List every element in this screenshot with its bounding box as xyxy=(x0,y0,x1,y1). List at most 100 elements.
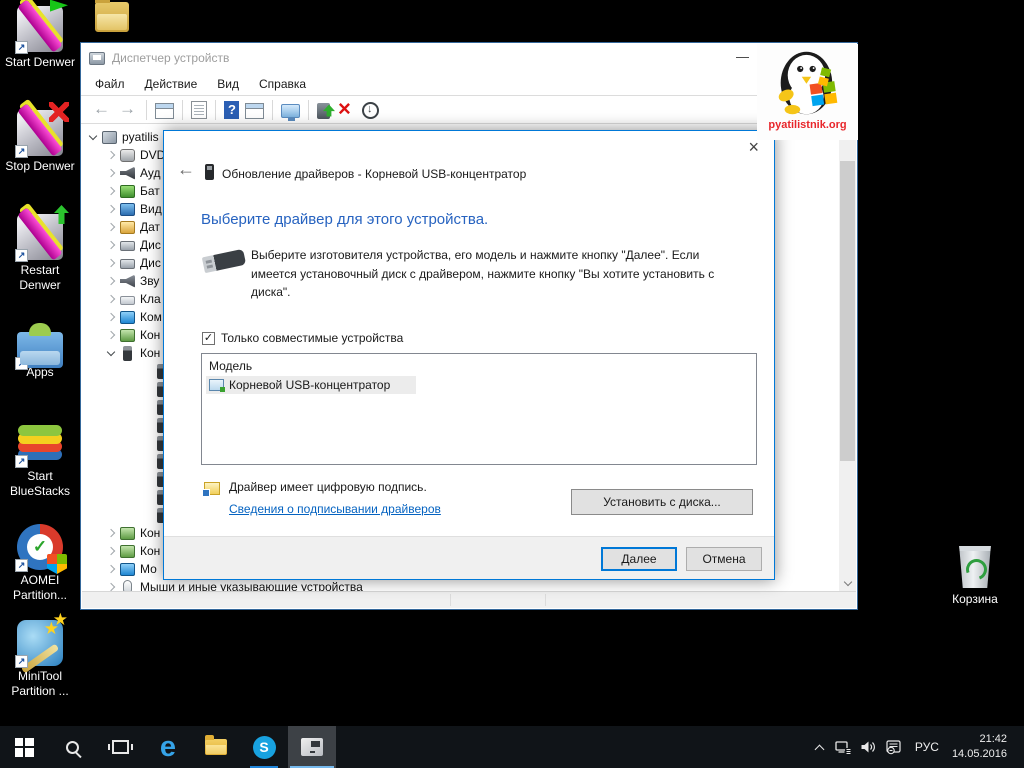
task-view-button[interactable] xyxy=(96,726,144,768)
scrollbar-thumb[interactable] xyxy=(840,161,855,461)
next-button[interactable]: Далее xyxy=(601,547,677,571)
forward-icon[interactable] xyxy=(118,99,138,120)
tree-expander-icon[interactable] xyxy=(106,294,117,305)
desktop-icon-start-bluestacks[interactable]: Start BlueStacks xyxy=(2,420,78,499)
watermark-text: pyatilistnik.org xyxy=(768,119,847,131)
tree-expander-icon[interactable] xyxy=(140,438,151,449)
dialog-footer: Далее Отмена xyxy=(164,536,774,579)
tree-expander-icon[interactable] xyxy=(106,564,117,575)
tray-expand-chevron-icon[interactable] xyxy=(809,742,831,754)
device-category-icon xyxy=(120,544,135,558)
back-arrow-icon[interactable]: ← xyxy=(177,159,195,180)
tree-expander-icon[interactable] xyxy=(106,204,117,215)
tree-expander-icon[interactable] xyxy=(106,222,117,233)
system-tray: РУС 21:42 14.05.2016 xyxy=(809,726,1024,768)
vertical-scrollbar[interactable] xyxy=(839,125,856,591)
device-category-icon xyxy=(123,345,132,361)
checkbox-checked-icon[interactable]: ✓ xyxy=(202,331,215,345)
computer-screen-icon[interactable] xyxy=(281,103,300,121)
language-indicator[interactable]: РУС xyxy=(906,740,948,754)
tree-expander-icon[interactable] xyxy=(106,168,117,179)
compatible-devices-checkbox[interactable]: ✓ Только совместимые устройства xyxy=(202,331,403,345)
desktop-icon-aomei-partition[interactable]: AOMEI Partition... xyxy=(2,524,78,603)
tree-expander-icon[interactable] xyxy=(140,474,151,485)
desktop-icon-stop-denwer[interactable]: Stop Denwer xyxy=(2,102,78,174)
tree-expander-icon[interactable] xyxy=(140,384,151,395)
title-bar[interactable]: Диспетчер устройств — xyxy=(81,43,857,73)
search-button[interactable] xyxy=(48,726,96,768)
volume-icon[interactable] xyxy=(856,740,881,754)
show-console-tree-icon[interactable] xyxy=(155,102,174,119)
tree-expander-icon[interactable] xyxy=(140,402,151,413)
digital-signature-icon xyxy=(202,482,220,497)
desktop-icon-restart-denwer[interactable]: Restart Denwer xyxy=(2,214,78,293)
desktop-icon-minitool-partition[interactable]: MiniTool Partition ... xyxy=(2,610,78,699)
have-disk-button[interactable]: Установить с диска... xyxy=(571,489,753,515)
desktop-icon-start-denwer[interactable]: Start Denwer xyxy=(2,6,78,70)
list-item-usb-root-hub[interactable]: Корневой USB-концентратор xyxy=(206,376,417,394)
tree-expander-icon[interactable] xyxy=(140,492,151,503)
clock[interactable]: 21:42 14.05.2016 xyxy=(948,732,1017,762)
device-manager-taskbar-button[interactable] xyxy=(288,726,336,768)
toolbar xyxy=(81,96,857,124)
desktop-icon-label: Restart Denwer xyxy=(19,263,61,292)
tree-expander-icon[interactable] xyxy=(140,510,151,521)
folder-icon xyxy=(205,735,227,755)
tree-expander-icon[interactable] xyxy=(106,150,117,161)
help-icon[interactable] xyxy=(224,100,239,119)
app-icon xyxy=(15,323,63,370)
tree-expander-icon[interactable] xyxy=(140,456,151,467)
tree-expander-icon[interactable] xyxy=(106,330,117,341)
device-category-icon xyxy=(102,130,117,144)
tree-expander-icon[interactable] xyxy=(106,348,117,359)
disable-device-icon[interactable] xyxy=(362,101,379,119)
desktop-icon-apps[interactable]: Apps xyxy=(2,323,78,380)
menu-item[interactable]: Действие xyxy=(135,74,208,94)
device-category-icon xyxy=(120,202,135,216)
tree-expander-icon[interactable] xyxy=(106,528,117,539)
properties-icon[interactable] xyxy=(191,101,207,119)
menu-item[interactable]: Вид xyxy=(207,74,249,94)
desktop-icon-recycle-bin[interactable]: Корзина xyxy=(938,546,1012,606)
app-icon xyxy=(15,6,63,54)
tree-expander-icon[interactable] xyxy=(140,366,151,377)
network-icon[interactable] xyxy=(831,740,856,755)
back-icon[interactable] xyxy=(92,99,112,120)
skype-button[interactable] xyxy=(240,726,288,768)
shortcut-arrow-icon xyxy=(15,249,28,262)
minimize-button[interactable]: — xyxy=(728,47,757,66)
task-view-icon xyxy=(107,740,133,754)
scroll-down-icon[interactable] xyxy=(839,575,856,591)
device-category-icon xyxy=(123,580,132,591)
tree-expander-icon[interactable] xyxy=(106,258,117,269)
tree-expander-icon[interactable] xyxy=(106,582,117,592)
tray-app-icon[interactable] xyxy=(881,739,906,755)
status-bar xyxy=(82,591,856,608)
checkbox-label: Только совместимые устройства xyxy=(221,331,404,345)
device-category-icon xyxy=(120,328,135,342)
uninstall-device-icon[interactable] xyxy=(336,96,356,122)
device-category-icon xyxy=(120,241,135,251)
file-explorer-button[interactable] xyxy=(192,726,240,768)
tree-expander-icon[interactable] xyxy=(106,312,117,323)
cancel-button[interactable]: Отмена xyxy=(686,547,762,571)
window-icon[interactable] xyxy=(245,102,264,119)
update-driver-dialog: × ← Обновление драйверов - Корневой USB-… xyxy=(163,130,775,580)
update-driver-icon[interactable] xyxy=(317,102,330,119)
device-manager-icon xyxy=(301,738,323,756)
tree-expander-icon[interactable] xyxy=(140,420,151,431)
driver-signing-link[interactable]: Сведения о подписывании драйверов xyxy=(229,502,441,516)
tree-expander-icon[interactable] xyxy=(106,276,117,287)
date: 14.05.2016 xyxy=(951,748,1007,760)
time: 21:42 xyxy=(979,733,1007,746)
menu-item[interactable]: Файл xyxy=(85,74,135,94)
tree-expander-icon[interactable] xyxy=(88,132,99,143)
start-button[interactable] xyxy=(0,726,48,768)
desktop-icon-folder[interactable] xyxy=(95,0,129,32)
tree-expander-icon[interactable] xyxy=(106,546,117,557)
edge-button[interactable] xyxy=(144,726,192,768)
tree-expander-icon[interactable] xyxy=(106,240,117,251)
device-manager-app-icon xyxy=(89,51,105,65)
menu-item[interactable]: Справка xyxy=(249,74,316,94)
tree-expander-icon[interactable] xyxy=(106,186,117,197)
